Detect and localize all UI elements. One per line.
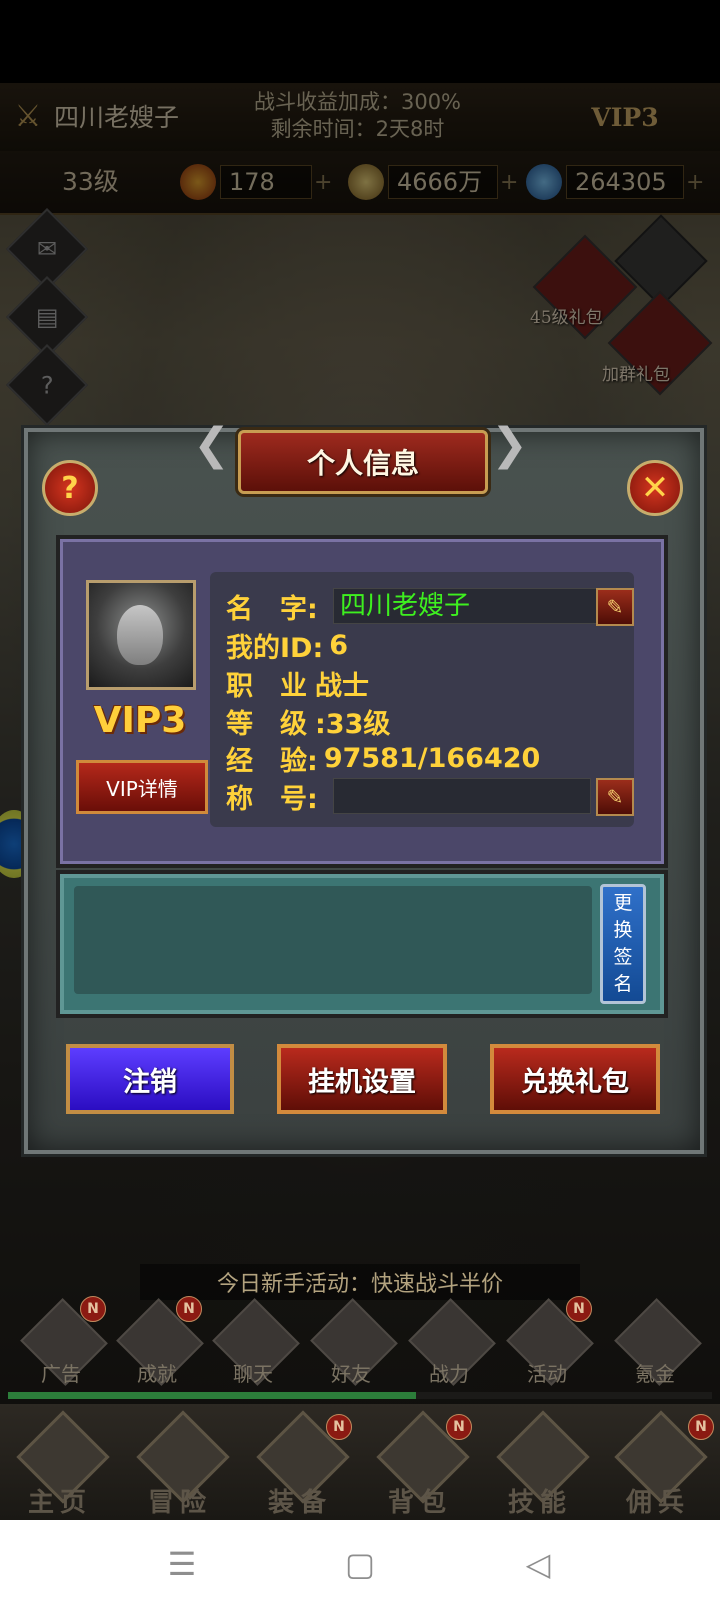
brush-icon: ✎ (606, 785, 624, 809)
func-achievement[interactable]: 成就 N (114, 1296, 204, 1392)
avatar (86, 580, 196, 690)
back-icon[interactable]: ◁ (516, 1542, 560, 1586)
nav-label: 主页 (27, 1488, 92, 1518)
nav-equipment[interactable]: 装备 N (240, 1410, 360, 1520)
func-activity[interactable]: 活动 N (504, 1296, 594, 1392)
func-label: 战力 (429, 1362, 469, 1386)
menu-icon[interactable]: ☰ (160, 1542, 204, 1586)
help-button[interactable]: ? (42, 460, 98, 516)
warrior-portrait-icon (117, 605, 163, 665)
nav-label: 冒险 (147, 1488, 212, 1518)
title-label: 称 号: (226, 783, 318, 815)
func-chat[interactable]: 聊天 (210, 1298, 300, 1392)
bottom-nav: 主页 冒险 装备 N 背包 N 技能 佣兵 N (0, 1404, 720, 1520)
exp-label: 经 验: (226, 745, 318, 777)
id-label: 我的ID: (226, 632, 324, 664)
title-row: 称 号: (226, 778, 318, 815)
new-badge: N (176, 1296, 202, 1322)
vip-badge: VIP3 (93, 700, 187, 741)
level-value: :33级 (315, 708, 391, 740)
signature-text-area (74, 886, 592, 994)
change-signature-char: 换 (613, 919, 633, 941)
home-icon[interactable]: ▢ (338, 1542, 382, 1586)
name-row: 名 字: (226, 588, 318, 625)
func-recharge[interactable]: 氪金 (612, 1298, 702, 1392)
exp-value: 97581/166420 (323, 742, 541, 774)
experience-progress-fill (8, 1392, 417, 1399)
brush-icon: ✎ (606, 595, 624, 619)
experience-progress-bar (8, 1392, 712, 1399)
job-value: 战士 (315, 670, 369, 702)
exp-row: 经 验: 97581/166420 (226, 740, 541, 777)
job-label: 职 业 (226, 670, 307, 702)
nav-bag[interactable]: 背包 N (360, 1410, 480, 1520)
func-label: 聊天 (233, 1362, 273, 1386)
edit-title-button[interactable]: ✎ (596, 778, 634, 816)
func-label: 成就 (137, 1362, 177, 1386)
title-field[interactable] (333, 778, 591, 814)
status-bar (0, 0, 720, 83)
nav-label: 技能 (507, 1488, 572, 1518)
name-label: 名 字: (226, 593, 318, 625)
new-badge: N (80, 1296, 106, 1322)
change-signature-char: 更 (613, 892, 633, 914)
func-power[interactable]: 战力 (406, 1298, 496, 1392)
nav-label: 佣兵 (625, 1488, 690, 1518)
func-label: 活动 (527, 1362, 567, 1386)
new-badge: N (688, 1414, 714, 1440)
level-label: 等 级 (226, 708, 307, 740)
nav-mercenary[interactable]: 佣兵 N (598, 1410, 718, 1520)
level-row: 等 级 :33级 (226, 703, 391, 740)
func-label: 广告 (41, 1362, 81, 1386)
change-signature-button[interactable]: 更 换 签 名 (600, 884, 646, 1004)
nav-home[interactable]: 主页 (0, 1410, 120, 1520)
change-signature-char: 签 (613, 946, 633, 968)
nav-skills[interactable]: 技能 (480, 1410, 600, 1520)
new-badge: N (326, 1414, 352, 1440)
afk-settings-button[interactable]: 挂机设置 (277, 1044, 447, 1114)
redeem-gift-button[interactable]: 兑换礼包 (490, 1044, 660, 1114)
new-badge: N (566, 1296, 592, 1322)
change-signature-char: 名 (613, 973, 633, 995)
name-field[interactable]: 四川老嫂子 (333, 588, 597, 624)
nav-label: 背包 (387, 1488, 452, 1518)
dialog-title: 个人信息 (238, 430, 488, 494)
nav-label: 装备 (267, 1488, 332, 1518)
function-bar: 广告 N 成就 N 聊天 好友 战力 活动 N 氪金 (0, 1296, 720, 1392)
job-row: 职 业 战士 (226, 665, 369, 702)
func-ads[interactable]: 广告 N (18, 1296, 108, 1392)
system-navigation-bar: ☰ ▢ ◁ (0, 1520, 720, 1610)
func-label: 好友 (331, 1362, 371, 1386)
vip-detail-button[interactable]: VIP详情 (76, 760, 208, 814)
func-friends[interactable]: 好友 (308, 1298, 398, 1392)
nav-adventure[interactable]: 冒险 (120, 1410, 240, 1520)
newbie-event-notice: 今日新手活动：快速战斗半价 (140, 1264, 580, 1300)
new-badge: N (446, 1414, 472, 1440)
edit-name-button[interactable]: ✎ (596, 588, 634, 626)
logout-button[interactable]: 注销 (66, 1044, 234, 1114)
id-value: 6 (329, 629, 349, 661)
close-button[interactable]: ✕ (627, 460, 683, 516)
func-label: 氪金 (635, 1362, 675, 1386)
id-row: 我的ID: 6 (226, 627, 349, 664)
